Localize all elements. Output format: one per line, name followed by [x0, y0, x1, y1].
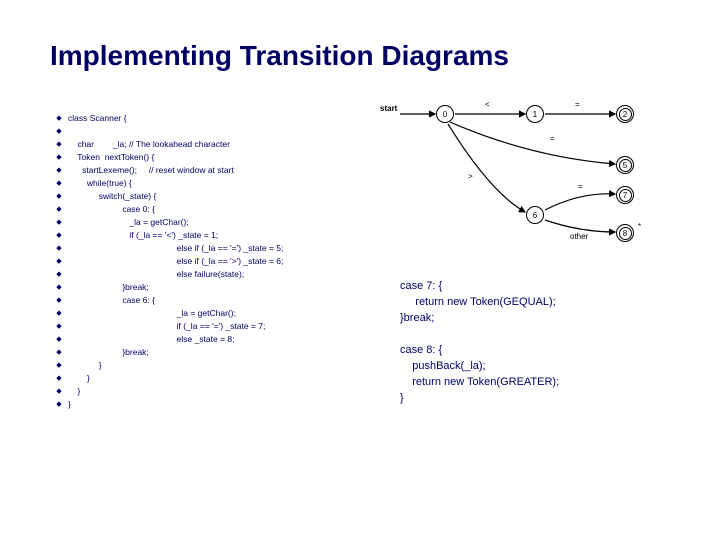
code-line: ◆ }break; — [50, 346, 370, 359]
code-line: ◆ case 6: { — [50, 294, 370, 307]
code-line: ◆ } — [50, 359, 370, 372]
code-text: _la = getChar(); — [68, 216, 189, 229]
code-line: ◆class Scanner { — [50, 112, 370, 125]
code-text: startLexeme(); // reset window at start — [68, 164, 234, 177]
state-node-7: 7 — [616, 186, 634, 204]
code-line: ◆ char _la; // The lookahead character — [50, 138, 370, 151]
code-text: while(true) { — [68, 177, 132, 190]
code-line: ◆ else failure(state); — [50, 268, 370, 281]
code-text: else failure(state); — [68, 268, 244, 281]
code-text: else _state = 8; — [68, 333, 235, 346]
code-line: ◆ _la = getChar(); — [50, 307, 370, 320]
start-label: start — [380, 104, 397, 113]
bullet-icon: ◆ — [50, 268, 68, 281]
code-line: ◆ else _state = 8; — [50, 333, 370, 346]
bullet-icon: ◆ — [50, 203, 68, 216]
bullet-icon: ◆ — [50, 151, 68, 164]
code-line: ◆ — [50, 125, 370, 138]
state-node-5: 5 — [616, 156, 634, 174]
state-node-1: 1 — [526, 105, 544, 123]
code-line: ◆ while(true) { — [50, 177, 370, 190]
bullet-icon: ◆ — [50, 359, 68, 372]
bullet-icon: ◆ — [50, 112, 68, 125]
edge-label-eq: = — [575, 100, 580, 109]
code-text: else if (_la == '=') _state = 5; — [68, 242, 283, 255]
code-line: ◆ if (_la == '<') _state = 1; — [50, 229, 370, 242]
bullet-icon: ◆ — [50, 385, 68, 398]
bullet-icon: ◆ — [50, 398, 68, 411]
edge-label-eq2: = — [550, 134, 555, 143]
code-text: } — [68, 372, 90, 385]
edge-label-eq3: = — [578, 182, 583, 191]
bullet-icon: ◆ — [50, 242, 68, 255]
code-text: } — [68, 385, 80, 398]
state-node-6: 6 — [526, 206, 544, 224]
bullet-icon: ◆ — [50, 190, 68, 203]
state-node-2: 2 — [616, 105, 634, 123]
code-text: _la = getChar(); — [68, 307, 236, 320]
bullet-icon: ◆ — [50, 255, 68, 268]
code-text: class Scanner { — [68, 112, 127, 125]
bullet-icon: ◆ — [50, 294, 68, 307]
code-line: ◆ _la = getChar(); — [50, 216, 370, 229]
bullet-icon: ◆ — [50, 177, 68, 190]
star-label: * — [638, 222, 641, 231]
edge-label-gt: > — [468, 172, 473, 181]
code-text: else if (_la == '>') _state = 6; — [68, 255, 283, 268]
code-line: ◆ else if (_la == '>') _state = 6; — [50, 255, 370, 268]
code-text: case 6: { — [68, 294, 155, 307]
edge-label-lt: < — [485, 100, 490, 109]
bullet-icon: ◆ — [50, 229, 68, 242]
bullet-icon: ◆ — [50, 125, 68, 138]
bullet-icon: ◆ — [50, 320, 68, 333]
right-code-block: case 7: { return new Token(GEQUAL); }bre… — [400, 278, 559, 406]
bullet-icon: ◆ — [50, 164, 68, 177]
bullet-icon: ◆ — [50, 333, 68, 346]
code-text: Token nextToken() { — [68, 151, 154, 164]
bullet-icon: ◆ — [50, 307, 68, 320]
code-line: ◆} — [50, 398, 370, 411]
code-line: ◆ } — [50, 385, 370, 398]
code-text: if (_la == '<') _state = 1; — [68, 229, 218, 242]
code-text: }break; — [68, 281, 149, 294]
slide-content: ◆class Scanner { ◆ ◆ char _la; // The lo… — [50, 112, 670, 411]
slide-title: Implementing Transition Diagrams — [50, 40, 670, 72]
code-text: char _la; // The lookahead character — [68, 138, 230, 151]
code-line: ◆ if (_la == '=') _state = 7; — [50, 320, 370, 333]
bullet-icon: ◆ — [50, 281, 68, 294]
code-text: }break; — [68, 346, 149, 359]
code-text: } — [68, 359, 102, 372]
transition-diagram: start 0 1 2 5 6 7 8 < = = > = other * — [380, 102, 660, 252]
code-line: ◆ }break; — [50, 281, 370, 294]
state-node-0: 0 — [436, 105, 454, 123]
code-text: case 0: { — [68, 203, 155, 216]
state-node-8: 8 — [616, 224, 634, 242]
bullet-icon: ◆ — [50, 216, 68, 229]
code-column: ◆class Scanner { ◆ ◆ char _la; // The lo… — [50, 112, 370, 411]
edge-label-other: other — [570, 232, 588, 241]
code-text: } — [68, 398, 71, 411]
code-line: ◆ case 0: { — [50, 203, 370, 216]
code-text: switch(_state) { — [68, 190, 156, 203]
diagram-column: start 0 1 2 5 6 7 8 < = = > = other * ca… — [370, 112, 670, 411]
code-line: ◆ Token nextToken() { — [50, 151, 370, 164]
code-line: ◆ } — [50, 372, 370, 385]
code-line: ◆ switch(_state) { — [50, 190, 370, 203]
code-line: ◆ startLexeme(); // reset window at star… — [50, 164, 370, 177]
bullet-icon: ◆ — [50, 138, 68, 151]
code-text: if (_la == '=') _state = 7; — [68, 320, 265, 333]
bullet-icon: ◆ — [50, 346, 68, 359]
bullet-icon: ◆ — [50, 372, 68, 385]
code-line: ◆ else if (_la == '=') _state = 5; — [50, 242, 370, 255]
